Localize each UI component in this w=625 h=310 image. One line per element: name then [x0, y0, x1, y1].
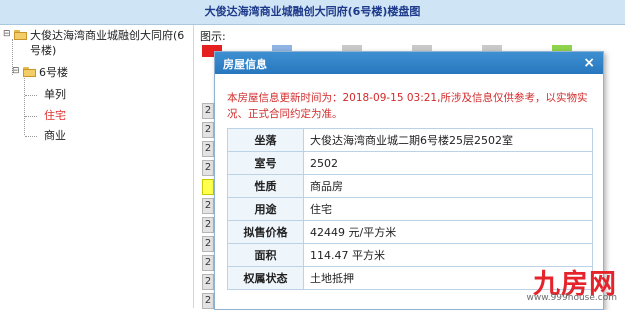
- unit-cell[interactable]: 2: [202, 274, 214, 290]
- tree-leaf-commercial[interactable]: 商业: [44, 128, 66, 143]
- folder-open-icon: [14, 30, 27, 40]
- tree-leaf-single[interactable]: 单列: [44, 87, 66, 102]
- update-notice: 本房屋信息更新时间为：2018-09-15 03:21,所涉及信息仅供参考，以实…: [227, 92, 588, 120]
- unit-cell[interactable]: 2: [202, 141, 214, 157]
- field-value-price: 42449 元/平方米: [303, 220, 593, 244]
- field-label-ownership: 权属状态: [227, 266, 304, 290]
- tree-connector: [25, 136, 37, 137]
- unit-cell[interactable]: 2: [202, 198, 214, 214]
- field-label-usage: 用途: [227, 197, 304, 221]
- field-value-nature: 商品房: [303, 174, 593, 198]
- collapse-icon[interactable]: ⊟: [12, 65, 20, 77]
- field-value-room: 2502: [303, 151, 593, 175]
- tree-connector: [25, 116, 37, 117]
- dialog-title: 房屋信息: [223, 58, 267, 71]
- unit-cell[interactable]: 2: [202, 160, 214, 176]
- page-title-bar: 大俊达海湾商业城融创大同府(6号楼)楼盘图: [0, 0, 625, 25]
- building-tree-panel: ⊟ 大俊达海湾商业城融创大同府(6号楼) ⊟ 6号楼 单列 住宅 商业: [0, 25, 194, 308]
- dialog-header: 房屋信息 ×: [215, 52, 603, 74]
- field-value-usage: 住宅: [303, 197, 593, 221]
- unit-cell[interactable]: [202, 179, 214, 195]
- table-row: 坐落 大俊达海湾商业城二期6号楼25层2502室: [227, 128, 593, 152]
- legend-title: 图示:: [200, 30, 226, 43]
- tree-connector: [25, 95, 37, 96]
- unit-cell[interactable]: 2: [202, 122, 214, 138]
- table-row: 室号 2502: [227, 151, 593, 175]
- site-watermark: 九房网 www.999house.com: [503, 262, 621, 306]
- unit-cell[interactable]: 2: [202, 255, 214, 271]
- table-row: 拟售价格 42449 元/平方米: [227, 220, 593, 244]
- tree-node-building-label[interactable]: 6号楼: [39, 65, 68, 80]
- tree-leaf-residential[interactable]: 住宅: [44, 108, 66, 123]
- unit-cell[interactable]: 2: [202, 293, 214, 309]
- tree-node-project-label[interactable]: 大俊达海湾商业城融创大同府(6号楼): [30, 28, 190, 58]
- page-title: 大俊达海湾商业城融创大同府(6号楼)楼盘图: [204, 5, 421, 18]
- tree-node-project[interactable]: ⊟ 大俊达海湾商业城融创大同府(6号楼): [3, 28, 191, 58]
- watermark-url: www.999house.com: [526, 293, 617, 303]
- field-label-room: 室号: [227, 151, 304, 175]
- field-label-nature: 性质: [227, 174, 304, 198]
- field-value-location: 大俊达海湾商业城二期6号楼25层2502室: [303, 128, 593, 152]
- collapse-icon[interactable]: ⊟: [3, 28, 11, 40]
- field-label-area: 面积: [227, 243, 304, 267]
- table-row: 性质 商品房: [227, 174, 593, 198]
- unit-cell[interactable]: 2: [202, 103, 214, 119]
- tree-node-building[interactable]: ⊟ 6号楼: [12, 65, 68, 80]
- field-label-location: 坐落: [227, 128, 304, 152]
- folder-open-icon: [23, 67, 36, 77]
- table-row: 用途 住宅: [227, 197, 593, 221]
- close-icon[interactable]: ×: [583, 54, 595, 72]
- tree-connector: [24, 75, 26, 135]
- unit-cell[interactable]: 2: [202, 217, 214, 233]
- unit-cell[interactable]: 2: [202, 236, 214, 252]
- field-label-price: 拟售价格: [227, 220, 304, 244]
